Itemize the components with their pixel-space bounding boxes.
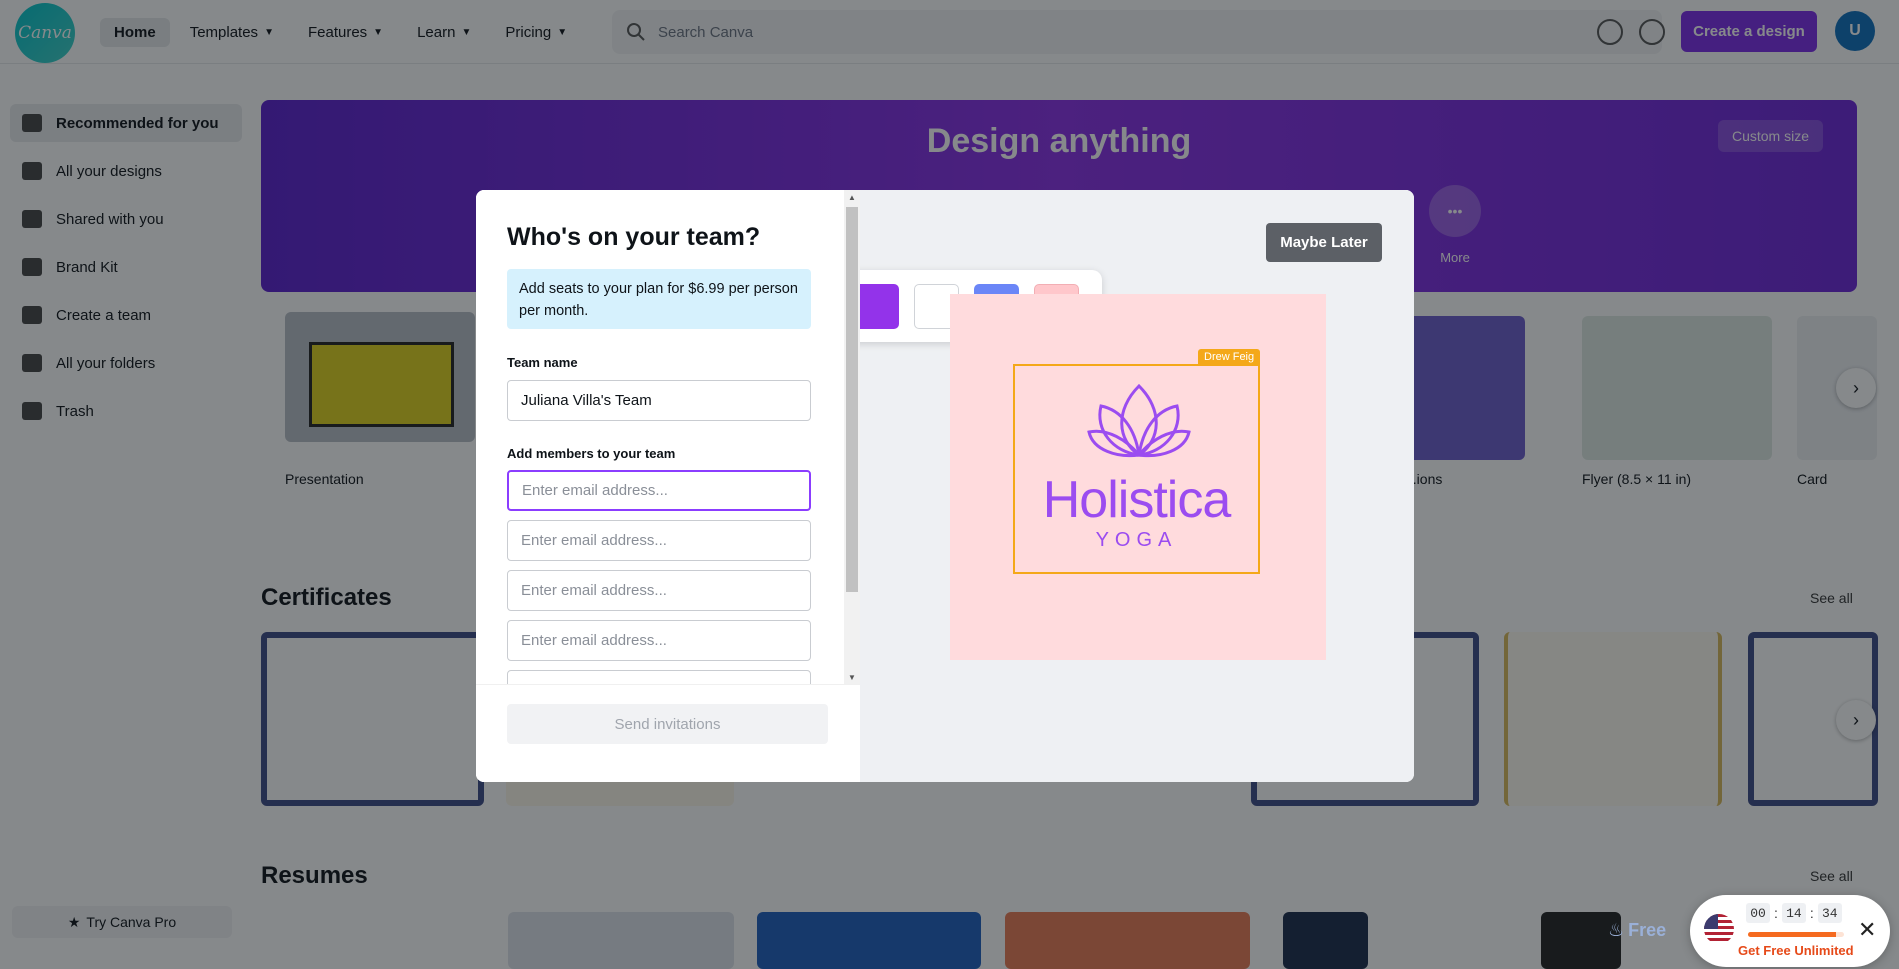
modal-title: Who's on your team?	[507, 223, 761, 251]
maybe-later-button[interactable]: Maybe Later	[1266, 223, 1382, 262]
collaborator-tag: Drew Feig	[1198, 349, 1261, 365]
scrollbar-thumb[interactable]	[846, 207, 858, 592]
email-field-2[interactable]	[507, 520, 811, 561]
promo-progress-bar	[1748, 932, 1844, 937]
promo-progress-fill	[1748, 932, 1837, 937]
flame-icon: ♨	[1608, 920, 1625, 940]
brand-subtitle: YOGA	[1095, 529, 1178, 551]
timer-separator: :	[1809, 905, 1814, 921]
lotus-icon	[1087, 383, 1191, 458]
free-badge-label: Free	[1628, 920, 1667, 940]
close-icon[interactable]: ✕	[1858, 917, 1876, 943]
color-swatch[interactable]	[860, 284, 899, 329]
selection-frame: Holistica YOGA	[1013, 364, 1260, 574]
timer-separator: :	[1774, 905, 1778, 921]
modal-form-panel: Who's on your team? Add seats to your pl…	[476, 190, 860, 782]
brand-name: Holistica	[1042, 471, 1232, 529]
countdown-timer: 00 : 14 : 34	[1746, 903, 1842, 923]
scroll-down-icon[interactable]: ▼	[844, 670, 860, 684]
email-field-1[interactable]	[507, 470, 811, 511]
design-preview-card: Drew Feig Holistica YOGA	[950, 294, 1326, 660]
send-invitations-button[interactable]: Send invitations	[507, 704, 828, 744]
team-name-input[interactable]	[507, 380, 811, 421]
pricing-info-box: Add seats to your plan for $6.99 per per…	[507, 269, 811, 329]
us-flag-icon	[1704, 914, 1734, 944]
email-field-3[interactable]	[507, 570, 811, 611]
modal-preview-panel: Maybe Later Drew Feig Holistica YOGA	[860, 190, 1414, 782]
modal-footer: Send invitations	[476, 684, 860, 782]
timer-hours: 00	[1746, 903, 1770, 923]
members-label: Add members to your team	[507, 446, 676, 461]
timer-minutes: 14	[1781, 903, 1806, 923]
free-badge[interactable]: ♨ Free	[1608, 920, 1666, 941]
team-name-label: Team name	[507, 355, 578, 370]
promo-widget[interactable]: 00 : 14 : 34 Get Free Unlimited ✕	[1690, 895, 1890, 967]
email-field-4[interactable]	[507, 620, 811, 661]
team-invite-modal: Who's on your team? Add seats to your pl…	[476, 190, 1414, 782]
email-field-5[interactable]	[507, 670, 811, 684]
timer-seconds: 34	[1817, 903, 1842, 923]
get-free-unlimited-link[interactable]: Get Free Unlimited	[1738, 943, 1854, 958]
scroll-up-icon[interactable]: ▲	[844, 190, 860, 204]
modal-scroll-area[interactable]: Who's on your team? Add seats to your pl…	[476, 190, 860, 684]
